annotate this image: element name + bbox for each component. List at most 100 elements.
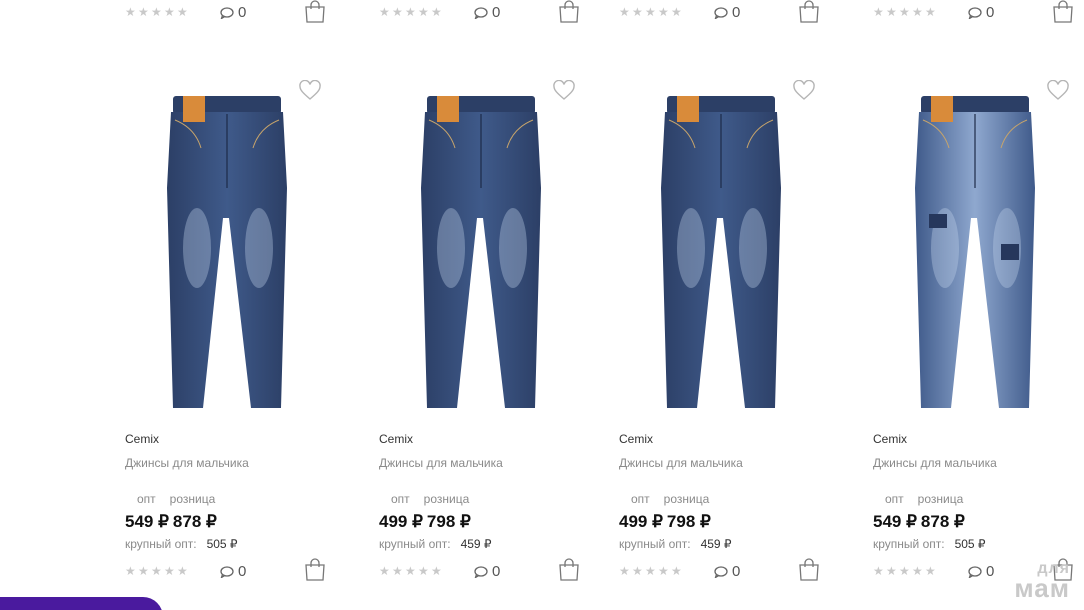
comment-icon	[968, 565, 982, 578]
heart-icon[interactable]	[299, 80, 321, 102]
star-icon[interactable]: ★	[671, 6, 682, 18]
star-icon[interactable]: ★	[405, 565, 416, 577]
star-icon[interactable]: ★	[405, 6, 416, 18]
heart-icon[interactable]	[793, 80, 815, 102]
label-opt: опт	[137, 492, 156, 506]
product-brand[interactable]: Cemix	[379, 432, 413, 446]
star-icon[interactable]: ★	[658, 565, 669, 577]
star-icon[interactable]: ★	[431, 565, 442, 577]
rating-stars[interactable]: ★ ★ ★ ★ ★	[619, 565, 682, 577]
comments-link[interactable]: 0	[968, 4, 994, 21]
star-icon[interactable]: ★	[886, 565, 897, 577]
heart-icon[interactable]	[1047, 80, 1069, 102]
star-icon[interactable]: ★	[925, 6, 936, 18]
price-retail: 878 ₽	[172, 512, 217, 531]
product-image[interactable]	[859, 68, 1084, 418]
star-icon[interactable]: ★	[873, 6, 884, 18]
rating-stars[interactable]: ★ ★ ★ ★ ★	[379, 6, 442, 18]
bulk-value: 459 ₽	[700, 537, 732, 551]
star-icon[interactable]: ★	[912, 6, 923, 18]
label-opt: опт	[885, 492, 904, 506]
star-icon[interactable]: ★	[912, 565, 923, 577]
jeans-illustration	[661, 96, 781, 408]
comments-link[interactable]: 0	[474, 563, 500, 580]
star-icon[interactable]: ★	[138, 6, 149, 18]
star-icon[interactable]: ★	[899, 6, 910, 18]
bulk-label: крупный опт:	[125, 537, 197, 551]
star-icon[interactable]: ★	[658, 6, 669, 18]
comments-link[interactable]: 0	[714, 563, 740, 580]
price-retail: 798 ₽	[666, 512, 711, 531]
comments-link[interactable]: 0	[474, 4, 500, 21]
star-icon[interactable]: ★	[899, 565, 910, 577]
product-brand[interactable]: Cemix	[125, 432, 159, 446]
bulk-value: 505 ₽	[954, 537, 986, 551]
price-labels: опт розница	[391, 492, 469, 506]
star-icon[interactable]: ★	[164, 6, 175, 18]
star-icon[interactable]: ★	[392, 565, 403, 577]
star-icon[interactable]: ★	[177, 565, 188, 577]
star-icon[interactable]: ★	[177, 6, 188, 18]
star-icon[interactable]: ★	[125, 6, 136, 18]
product-image[interactable]	[605, 68, 835, 418]
star-icon[interactable]: ★	[164, 565, 175, 577]
rating-stars[interactable]: ★ ★ ★ ★ ★	[125, 565, 188, 577]
comments-link[interactable]: 0	[968, 563, 994, 580]
product-column: ★ ★ ★ ★ ★ 0 Cemix Джинсы для мальчика оп…	[379, 0, 609, 610]
star-icon[interactable]: ★	[619, 6, 630, 18]
shopping-bag-icon[interactable]	[1052, 0, 1074, 24]
label-retail: розница	[423, 492, 470, 506]
promo-banner-tab[interactable]	[0, 597, 163, 610]
star-icon[interactable]: ★	[632, 6, 643, 18]
comments-link[interactable]: 0	[714, 4, 740, 21]
shopping-bag-icon[interactable]	[304, 558, 326, 582]
comment-icon	[714, 6, 728, 19]
star-icon[interactable]: ★	[431, 6, 442, 18]
star-icon[interactable]: ★	[873, 565, 884, 577]
product-image[interactable]	[111, 68, 341, 418]
shopping-bag-icon[interactable]	[798, 0, 820, 24]
product-brand[interactable]: Cemix	[619, 432, 653, 446]
star-icon[interactable]: ★	[151, 565, 162, 577]
star-icon[interactable]: ★	[151, 6, 162, 18]
product-brand[interactable]: Cemix	[873, 432, 907, 446]
comments-count: 0	[238, 4, 247, 21]
comments-link[interactable]: 0	[220, 4, 246, 21]
comment-icon	[220, 6, 234, 19]
shopping-bag-icon[interactable]	[798, 558, 820, 582]
jeans-illustration	[915, 96, 1035, 408]
product-name[interactable]: Джинсы для мальчика	[873, 456, 997, 470]
star-icon[interactable]: ★	[379, 565, 390, 577]
star-icon[interactable]: ★	[645, 6, 656, 18]
product-name[interactable]: Джинсы для мальчика	[379, 456, 503, 470]
star-icon[interactable]: ★	[671, 565, 682, 577]
star-icon[interactable]: ★	[418, 6, 429, 18]
star-icon[interactable]: ★	[418, 565, 429, 577]
star-icon[interactable]: ★	[886, 6, 897, 18]
shopping-bag-icon[interactable]	[558, 0, 580, 24]
comments-link[interactable]: 0	[220, 563, 246, 580]
product-name[interactable]: Джинсы для мальчика	[619, 456, 743, 470]
rating-stars[interactable]: ★ ★ ★ ★ ★	[125, 6, 188, 18]
bulk-label: крупный опт:	[873, 537, 945, 551]
rating-stars[interactable]: ★ ★ ★ ★ ★	[379, 565, 442, 577]
star-icon[interactable]: ★	[379, 6, 390, 18]
jeans-illustration	[167, 96, 287, 408]
rating-stars[interactable]: ★ ★ ★ ★ ★	[873, 6, 936, 18]
star-icon[interactable]: ★	[392, 6, 403, 18]
star-icon[interactable]: ★	[138, 565, 149, 577]
shopping-bag-icon[interactable]	[304, 0, 326, 24]
heart-icon[interactable]	[553, 80, 575, 102]
product-image[interactable]	[365, 68, 595, 418]
star-icon[interactable]: ★	[619, 565, 630, 577]
price-opt: 549 ₽	[873, 512, 917, 531]
star-icon[interactable]: ★	[632, 565, 643, 577]
star-icon[interactable]: ★	[925, 565, 936, 577]
star-icon[interactable]: ★	[645, 565, 656, 577]
shopping-bag-icon[interactable]	[558, 558, 580, 582]
rating-stars[interactable]: ★ ★ ★ ★ ★	[873, 565, 936, 577]
price-opt: 549 ₽	[125, 512, 169, 531]
product-name[interactable]: Джинсы для мальчика	[125, 456, 249, 470]
star-icon[interactable]: ★	[125, 565, 136, 577]
rating-stars[interactable]: ★ ★ ★ ★ ★	[619, 6, 682, 18]
